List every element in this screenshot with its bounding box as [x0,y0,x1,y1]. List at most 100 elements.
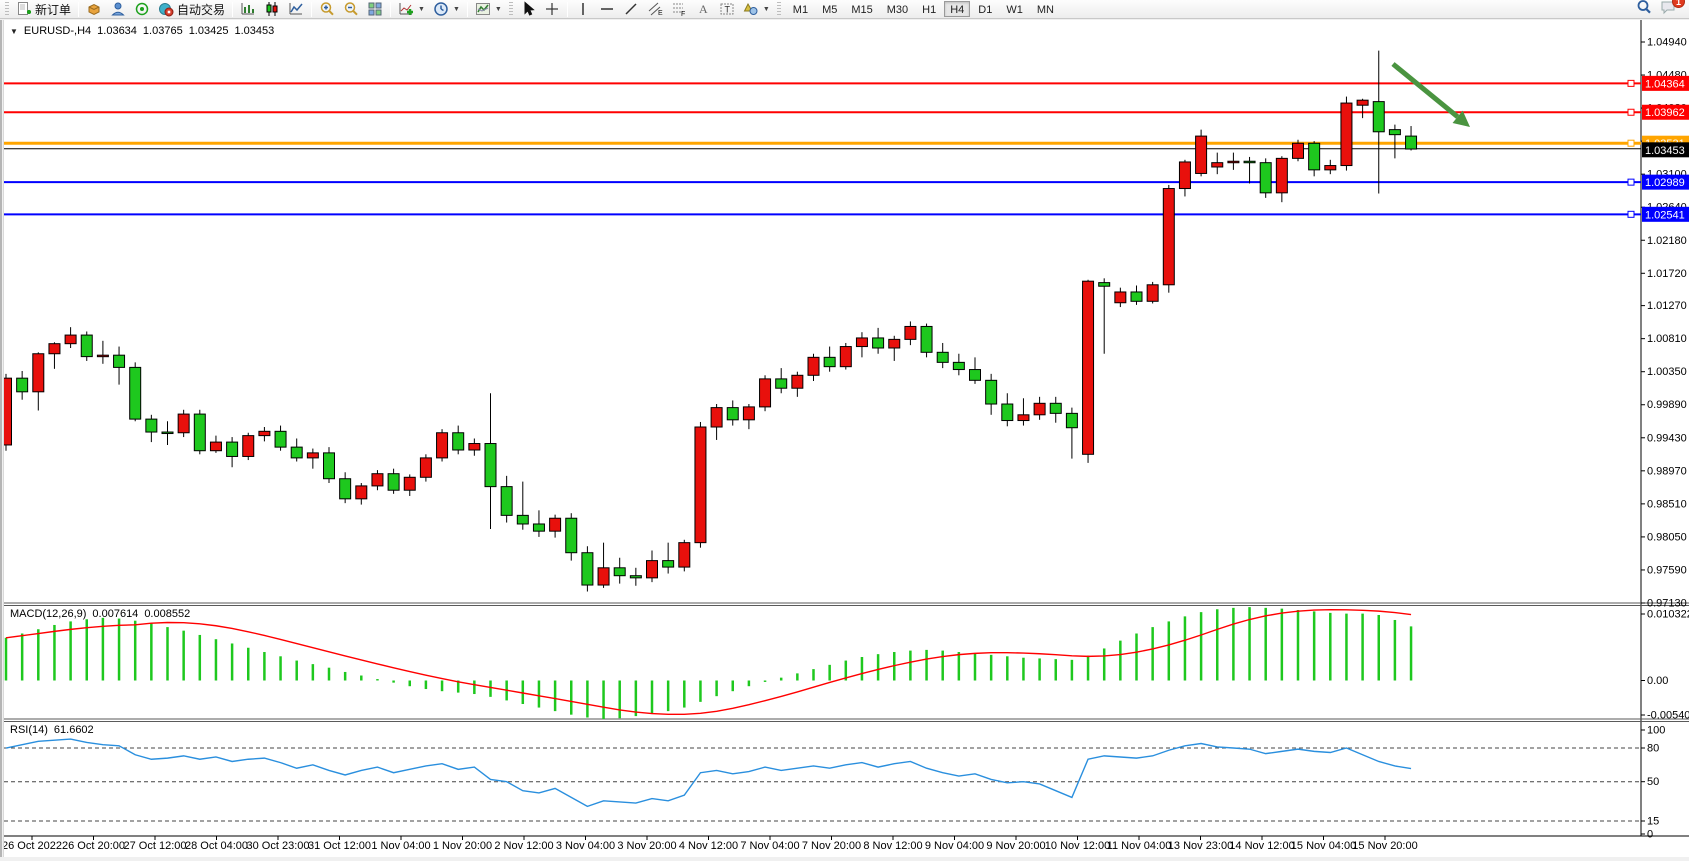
candle-down[interactable] [1066,413,1077,427]
window-splitter[interactable] [0,20,4,857]
timeframe-button-M1[interactable]: M1 [787,1,814,17]
candle-up[interactable] [178,414,189,433]
timeframe-button-M5[interactable]: M5 [816,1,843,17]
candle-up[interactable] [372,474,383,486]
candle-up[interactable] [33,354,44,392]
periods-button[interactable]: ▼ [429,1,464,18]
horizontal-line[interactable] [4,140,1641,146]
bar-chart-button[interactable] [236,1,260,18]
timeframe-button-MN[interactable]: MN [1031,1,1060,17]
candle-down[interactable] [727,408,738,420]
toolbar-grip[interactable] [5,2,9,16]
timeframe-button-M30[interactable]: M30 [881,1,914,17]
toolbar-grip[interactable] [777,2,781,16]
timeframe-button-W1[interactable]: W1 [1000,1,1029,17]
candle-up[interactable] [1325,166,1336,170]
candle-down[interactable] [970,370,981,381]
line-anchor-handle[interactable] [1628,211,1634,217]
channel-tool-button[interactable]: E [643,1,667,18]
candle-down[interactable] [17,378,28,392]
indicators-button[interactable]: ▼ [394,1,429,18]
chat-button[interactable]: 1 [1660,0,1677,20]
candle-up[interactable] [905,326,916,339]
shapes-tool-button[interactable]: ▼ [739,1,774,18]
text-tool-button[interactable]: A [691,1,715,18]
market-watch-button[interactable] [82,1,106,18]
candle-down[interactable] [501,487,512,516]
profile-button[interactable] [106,1,130,18]
candle-up[interactable] [550,518,561,531]
candle-down[interactable] [453,433,464,450]
candle-up[interactable] [792,375,803,388]
toolbar-grip[interactable] [509,2,513,16]
candle-down[interactable] [873,338,884,348]
crosshair-tool-button[interactable] [540,1,564,18]
tile-windows-button[interactable] [363,1,387,18]
candle-down[interactable] [824,357,835,366]
arrow-shaft[interactable] [1393,64,1458,117]
candle-up[interactable] [469,444,480,450]
candle-down[interactable] [630,576,641,578]
candle-down[interactable] [194,414,205,451]
search-icon[interactable] [1636,0,1652,20]
chart-canvas[interactable]: 1.049401.044801.040201.035601.031001.026… [0,20,1689,861]
autotrading-button[interactable]: 自动交易 [154,1,229,18]
candle-up[interactable] [97,355,108,357]
candle-down[interactable] [1389,130,1400,135]
annotation-arrow[interactable] [1393,64,1470,127]
candle-up[interactable] [840,347,851,367]
zoom-out-button[interactable] [339,1,363,18]
candle-down[interactable] [275,431,286,447]
horizontal-line-tool-button[interactable] [595,1,619,18]
candle-up[interactable] [1115,292,1126,303]
new-order-button[interactable]: 新订单 [12,1,75,18]
candle-down[interactable] [388,474,399,491]
candle-down[interactable] [517,515,528,524]
candle-up[interactable] [1293,143,1304,158]
candle-up[interactable] [1228,161,1239,163]
trendline-tool-button[interactable] [619,1,643,18]
line-anchor-handle[interactable] [1628,140,1634,146]
candle-down[interactable] [921,326,932,352]
candle-down[interactable] [485,444,496,487]
timeframe-button-H4[interactable]: H4 [944,1,970,17]
candle-up[interactable] [647,561,658,578]
candle-down[interactable] [1406,136,1417,149]
candle-up[interactable] [1147,285,1158,302]
candle-down[interactable] [1002,404,1013,421]
fibonacci-tool-button[interactable]: F [667,1,691,18]
candle-up[interactable] [808,357,819,375]
candle-down[interactable] [340,479,351,499]
candle-down[interactable] [1131,292,1142,301]
candle-down[interactable] [937,352,948,362]
candle-up[interactable] [404,477,415,490]
candle-down[interactable] [614,568,625,576]
candle-down[interactable] [130,367,141,419]
candle-up[interactable] [65,335,76,344]
candle-down[interactable] [1309,143,1320,170]
candle-up[interactable] [210,442,221,451]
candle-up[interactable] [1212,163,1223,167]
line-anchor-handle[interactable] [1628,179,1634,185]
candle-down[interactable] [986,380,997,404]
candle-up[interactable] [1341,103,1352,165]
candle-up[interactable] [1018,415,1029,421]
candle-up[interactable] [598,568,609,585]
candle-down[interactable] [162,432,173,434]
candle-up[interactable] [437,433,448,458]
candle-up[interactable] [1163,189,1174,285]
candle-down[interactable] [566,518,577,552]
candle-up[interactable] [695,427,706,543]
chart-window[interactable]: 1.049401.044801.040201.035601.031001.026… [0,20,1689,861]
candle-up[interactable] [743,407,754,420]
candle-down[interactable] [1260,163,1271,193]
candle-up[interactable] [49,344,60,354]
candle-up[interactable] [307,453,318,458]
timeframe-button-H1[interactable]: H1 [916,1,942,17]
text-label-tool-button[interactable]: T [715,1,739,18]
news-button[interactable] [130,1,154,18]
timeframe-button-D1[interactable]: D1 [972,1,998,17]
timeframe-button-M15[interactable]: M15 [845,1,878,17]
line-anchor-handle[interactable] [1628,80,1634,86]
candle-up[interactable] [1034,403,1045,414]
